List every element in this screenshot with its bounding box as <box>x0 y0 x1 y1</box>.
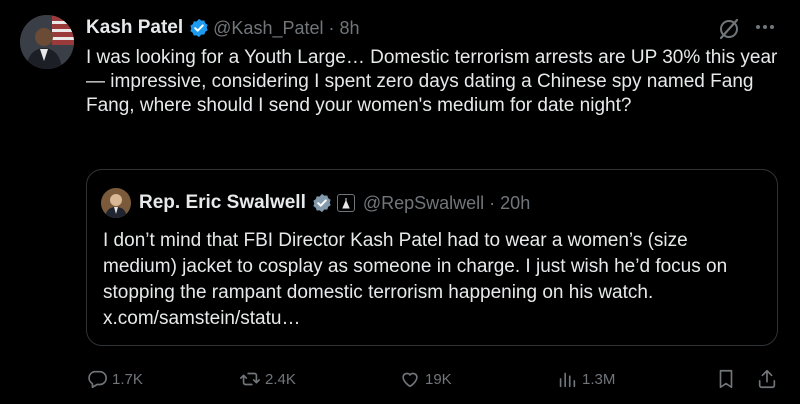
views-icon <box>559 372 576 388</box>
author-name[interactable]: Kash Patel <box>86 17 183 39</box>
action-bar: 1.7K 2.4K 19K 1.3M <box>86 366 786 392</box>
quoted-author-avatar-image <box>101 188 131 218</box>
government-badge-icon <box>336 194 355 212</box>
repost-icon <box>240 372 260 386</box>
quoted-tweet-link[interactable]: x.com/samstein/statu… <box>103 308 300 329</box>
quoted-author-name[interactable]: Rep. Eric Swalwell <box>139 192 306 214</box>
verified-badge-icon <box>313 193 331 213</box>
reply-count: 1.7K <box>112 370 143 388</box>
tweet-header: Kash Patel @Kash_Patel · 8h <box>86 15 360 41</box>
verified-badge-icon <box>190 18 208 38</box>
quoted-tweet-text: I don’t mind that FBI Director Kash Pate… <box>103 230 728 303</box>
views-button[interactable]: 1.3M <box>556 366 615 392</box>
views-count: 1.3M <box>582 370 616 388</box>
repost-button[interactable]: 2.4K <box>239 366 296 392</box>
reply-button[interactable]: 1.7K <box>86 366 143 392</box>
author-avatar-image <box>20 15 74 69</box>
quoted-tweet-timestamp[interactable]: 20h <box>500 193 530 214</box>
share-icon <box>758 369 776 389</box>
repost-count: 2.4K <box>265 370 296 388</box>
bookmark-icon <box>719 369 733 389</box>
quoted-author-handle[interactable]: @RepSwalwell <box>363 193 484 214</box>
author-handle[interactable]: @Kash_Patel <box>213 18 323 39</box>
tweet-text: I was looking for a Youth Large… Domesti… <box>86 47 778 116</box>
like-button[interactable]: 19K <box>399 366 452 392</box>
more-icon[interactable] <box>752 14 778 40</box>
reply-icon <box>88 370 107 389</box>
quoted-tweet-header: Rep. Eric Swalwell @RepSwalwell · 20h <box>139 190 530 216</box>
quoted-tweet[interactable]: Rep. Eric Swalwell @RepSwalwell · 20h I … <box>86 169 778 346</box>
like-icon <box>402 372 418 388</box>
separator-dot: · <box>489 192 496 213</box>
quoted-tweet-body: I don’t mind that FBI Director Kash Pate… <box>103 228 763 332</box>
share-button[interactable] <box>756 366 782 392</box>
quoted-author-avatar[interactable] <box>101 188 131 218</box>
separator-dot: · <box>328 17 335 38</box>
tweet-timestamp[interactable]: 8h <box>340 18 360 39</box>
grok-icon[interactable] <box>717 17 741 41</box>
like-count: 19K <box>425 370 452 388</box>
author-avatar[interactable] <box>20 15 74 69</box>
bookmark-button[interactable] <box>715 366 741 392</box>
